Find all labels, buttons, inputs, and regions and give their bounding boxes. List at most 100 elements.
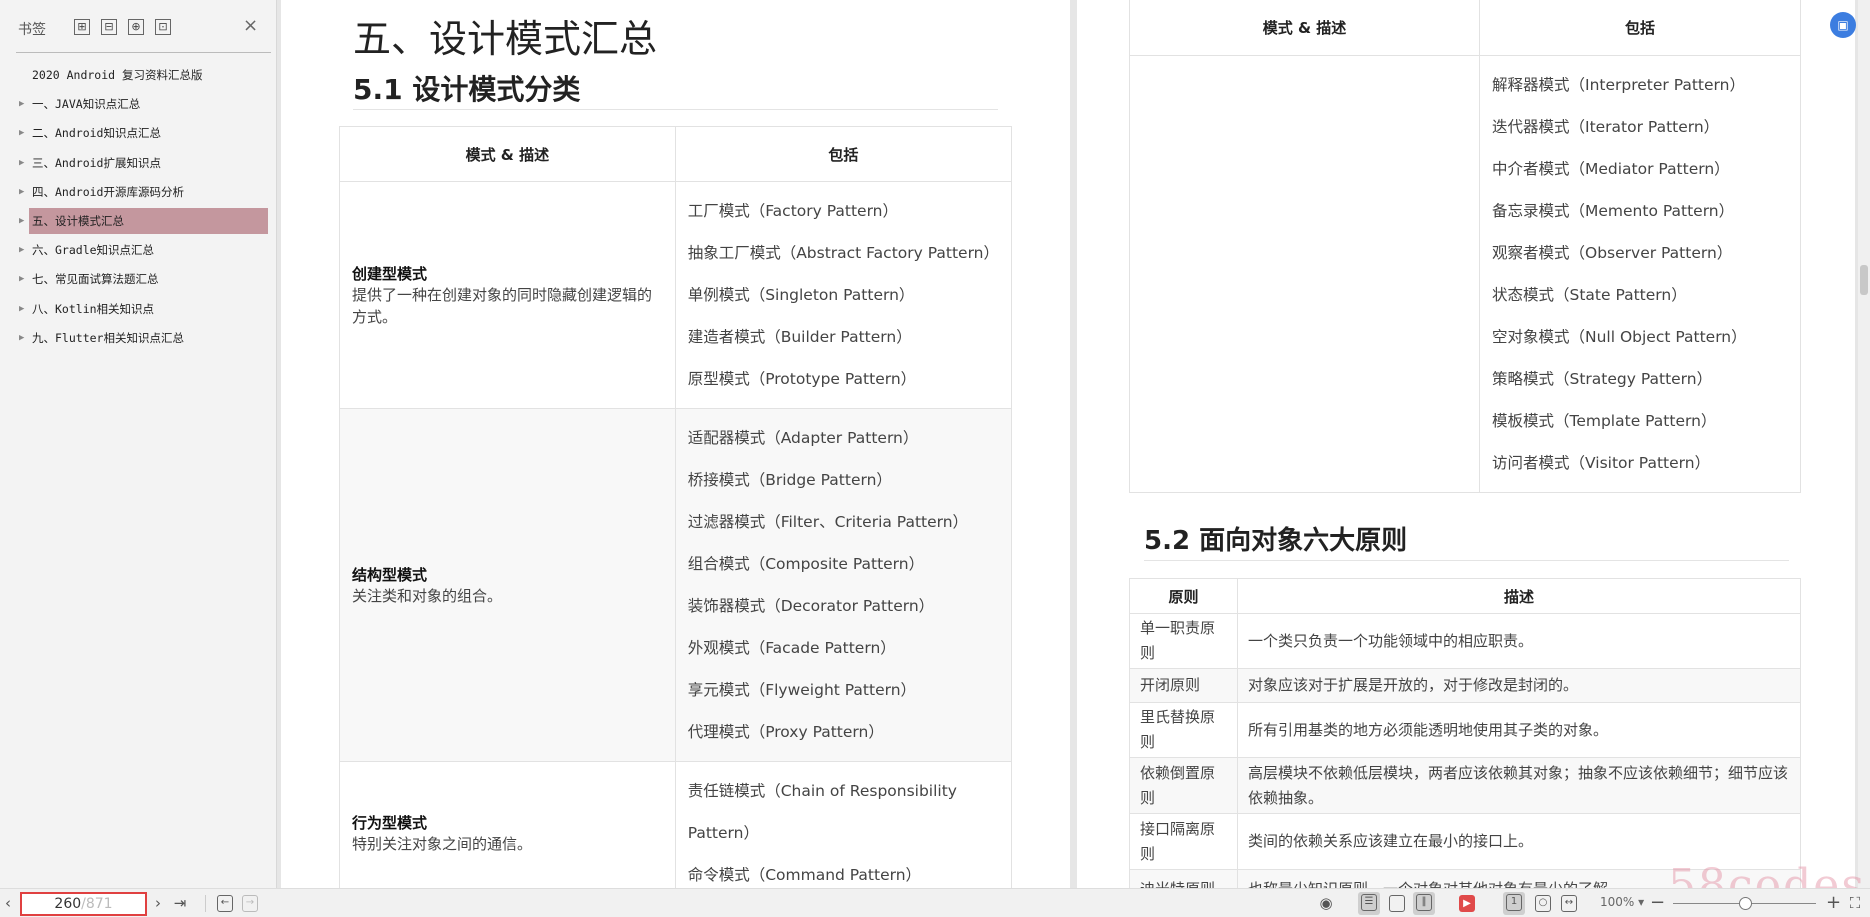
- pattern-item: 过滤器模式（Filter、Criteria Pattern）: [688, 501, 999, 543]
- bookmark-label: 四、Android开源库源码分析: [32, 179, 184, 205]
- bookmark-item[interactable]: ▶ 三、Android扩展知识点: [16, 150, 270, 176]
- expand-arrow-icon[interactable]: ▶: [19, 120, 24, 146]
- two-page-button[interactable]: ‖: [1413, 892, 1435, 915]
- current-page: 260: [54, 896, 81, 912]
- pattern-item: 空对象模式（Null Object Pattern）: [1492, 316, 1788, 358]
- sidebar-title: 书签: [18, 19, 46, 39]
- section-title: 5.2 面向对象六大原则: [1144, 520, 1407, 557]
- bookmark-item[interactable]: 2020 Android 复习资料汇总版: [16, 62, 270, 88]
- actual-size-button[interactable]: 1: [1503, 892, 1525, 915]
- items-cell: 适配器模式（Adapter Pattern）桥接模式（Bridge Patter…: [675, 409, 1011, 762]
- fit-page-icon[interactable]: ○: [1535, 895, 1551, 912]
- category-description: 关注类和对象的组合。: [352, 587, 502, 605]
- actual-size-icon: 1: [1506, 894, 1522, 911]
- forward-icon[interactable]: →: [242, 895, 258, 912]
- last-page-icon[interactable]: ⇥: [172, 893, 188, 913]
- divider: [205, 895, 206, 912]
- patterns-table-continued: 模式 & 描述包括 解释器模式（Interpreter Pattern）迭代器模…: [1129, 0, 1801, 493]
- pattern-item: Pattern）: [688, 812, 999, 854]
- fullscreen-icon[interactable]: ⛶: [1847, 893, 1863, 913]
- bookmark-item[interactable]: ▶ 六、Gradle知识点汇总: [16, 237, 270, 263]
- close-icon[interactable]: ×: [243, 15, 258, 36]
- pattern-item: 享元模式（Flyweight Pattern）: [688, 669, 999, 711]
- scrollbar-thumb[interactable]: [1860, 265, 1868, 295]
- bookmark-label: 六、Gradle知识点汇总: [32, 237, 154, 263]
- add-bookmark-icon[interactable]: ⊕: [128, 19, 144, 35]
- bookmark-item[interactable]: ▶ 二、Android知识点汇总: [16, 120, 270, 146]
- expand-arrow-icon[interactable]: ▶: [19, 296, 24, 322]
- page-number-input[interactable]: 260/871: [20, 892, 147, 916]
- pattern-item: 状态模式（State Pattern）: [1492, 274, 1788, 316]
- pattern-item: 桥接模式（Bridge Pattern）: [688, 459, 999, 501]
- header-cell: 模式 & 描述: [340, 127, 676, 182]
- principle-name: 单一职责原则: [1130, 614, 1238, 669]
- bookmark-item[interactable]: ▶七、常见面试算法题汇总: [16, 266, 270, 292]
- scrollbar[interactable]: [1858, 0, 1870, 888]
- pattern-item: 装饰器模式（Decorator Pattern）: [688, 585, 999, 627]
- section-title: 5.1 设计模式分类: [353, 68, 580, 108]
- pdf-page-right: 模式 & 描述包括 解释器模式（Interpreter Pattern）迭代器模…: [1077, 0, 1855, 888]
- expand-arrow-icon[interactable]: ▶: [19, 91, 24, 117]
- bookmark-item[interactable]: ▶ 八、Kotlin相关知识点: [16, 296, 270, 322]
- zoom-in-icon[interactable]: +: [1826, 893, 1840, 913]
- bookmark-sidebar: 书签 ⊞ ⊟ ⊕ ⊡ × 2020 Android 复习资料汇总版 ▶一、JAVA…: [0, 0, 277, 888]
- expand-arrow-icon[interactable]: ▶: [19, 150, 24, 176]
- divider: [353, 109, 998, 110]
- expand-arrow-icon[interactable]: ▶: [19, 208, 24, 234]
- two-page-icon: ‖: [1416, 894, 1432, 911]
- category-cell: 创建型模式提供了一种在创建对象的同时隐藏创建逻辑的方式。: [340, 182, 676, 409]
- items-cell: 责任链模式（Chain of ResponsibilityPattern）命令模…: [675, 762, 1011, 905]
- collapse-all-icon[interactable]: ⊟: [101, 19, 117, 35]
- header-cell: 描述: [1238, 579, 1801, 614]
- next-page-icon[interactable]: ›: [152, 893, 164, 913]
- bookmark-label: 三、Android扩展知识点: [32, 150, 161, 176]
- zoom-slider[interactable]: [1673, 903, 1816, 904]
- expand-arrow-icon[interactable]: ▶: [19, 179, 24, 205]
- zoom-select[interactable]: 100% ▾: [1600, 895, 1644, 909]
- pattern-item: 迭代器模式（Iterator Pattern）: [1492, 106, 1788, 148]
- category-description: 特别关注对象之间的通信。: [352, 835, 532, 853]
- table-row: 依赖倒置原则高层模块不依赖低层模块，两者应该依赖其对象；抽象不应该依赖细节；细节…: [1130, 758, 1801, 814]
- category-name: 结构型模式: [352, 564, 663, 585]
- expand-all-icon[interactable]: ⊞: [74, 19, 90, 35]
- expand-arrow-icon[interactable]: ▶: [19, 237, 24, 263]
- category-cell: [1130, 56, 1480, 493]
- bookmark-item[interactable]: ▶ 九、Flutter相关知识点汇总: [16, 325, 270, 351]
- items-cell: 工厂模式（Factory Pattern）抽象工厂模式（Abstract Fac…: [675, 182, 1011, 409]
- pattern-item: 中介者模式（Mediator Pattern）: [1492, 148, 1788, 190]
- back-icon[interactable]: ←: [217, 895, 233, 912]
- header-cell: 包括: [1480, 0, 1801, 56]
- zoom-out-icon[interactable]: −: [1650, 893, 1664, 913]
- bookmark-label: 八、Kotlin相关知识点: [32, 296, 154, 322]
- category-description: 提供了一种在创建对象的同时隐藏创建逻辑的方式。: [352, 286, 652, 326]
- single-page-icon[interactable]: [1389, 895, 1405, 912]
- play-icon[interactable]: ▶: [1459, 895, 1475, 912]
- pattern-item: 观察者模式（Observer Pattern）: [1492, 232, 1788, 274]
- expand-arrow-icon[interactable]: ▶: [19, 266, 24, 292]
- principle-name: 开闭原则: [1130, 669, 1238, 703]
- delete-bookmark-icon[interactable]: ⊡: [155, 19, 171, 35]
- items-cell: 解释器模式（Interpreter Pattern）迭代器模式（Iterator…: [1480, 56, 1801, 493]
- expand-arrow-icon[interactable]: ▶: [19, 325, 24, 351]
- bookmark-label: 二、Android知识点汇总: [32, 120, 161, 146]
- principle-name: 里氏替换原则: [1130, 703, 1238, 758]
- divider: [16, 52, 271, 53]
- continuous-layout-button[interactable]: ☰: [1358, 892, 1380, 915]
- prev-page-icon[interactable]: ‹: [2, 893, 14, 913]
- table-row: 创建型模式提供了一种在创建对象的同时隐藏创建逻辑的方式。工厂模式（Factory…: [340, 182, 1012, 409]
- bookmark-item[interactable]: ▶ 四、Android开源库源码分析: [16, 179, 270, 205]
- translate-icon[interactable]: ▣: [1830, 12, 1856, 38]
- fit-width-icon[interactable]: ↔: [1561, 895, 1577, 912]
- pattern-item: 原型模式（Prototype Pattern）: [688, 358, 999, 400]
- bookmark-label: 九、Flutter相关知识点汇总: [32, 325, 184, 351]
- continuous-layout-icon: ☰: [1361, 894, 1377, 911]
- category-name: 行为型模式: [352, 812, 663, 833]
- pattern-item: 单例模式（Singleton Pattern）: [688, 274, 999, 316]
- category-name: 创建型模式: [352, 263, 663, 284]
- principle-name: 接口隔离原则: [1130, 814, 1238, 870]
- bookmark-item[interactable]: ▶五、设计模式汇总: [29, 208, 268, 234]
- pattern-item: 外观模式（Facade Pattern）: [688, 627, 999, 669]
- eye-icon[interactable]: ◉: [1316, 893, 1336, 913]
- bookmark-item[interactable]: ▶一、JAVA知识点汇总: [16, 91, 270, 117]
- zoom-slider-handle[interactable]: [1739, 897, 1752, 910]
